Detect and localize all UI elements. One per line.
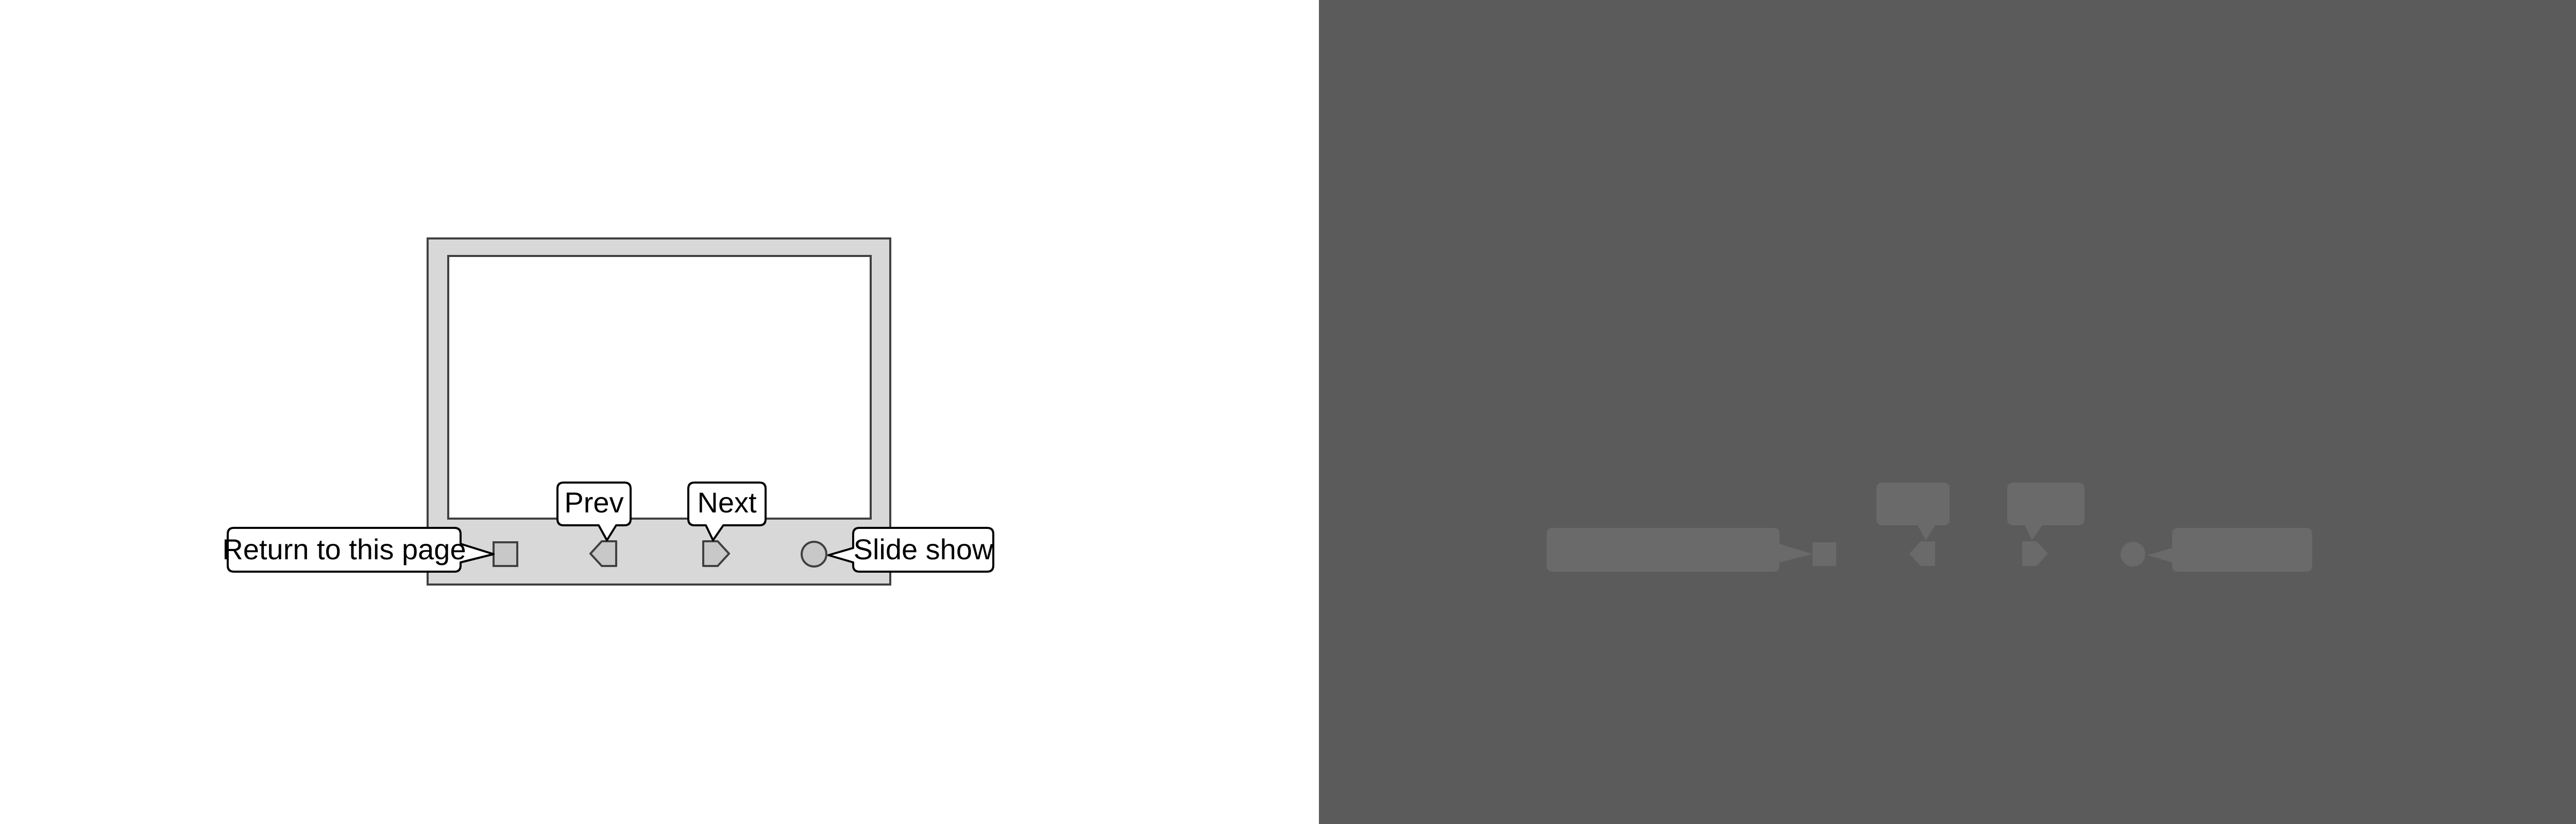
callout-slideshow-label: Slide show bbox=[854, 533, 993, 565]
circle-icon[interactable] bbox=[801, 541, 827, 568]
mask-slideshow-bubble bbox=[2147, 528, 2312, 572]
canvas: Return to this page Prev Next Slide show bbox=[0, 0, 2576, 824]
callout-slideshow: Slide show bbox=[827, 527, 994, 573]
callout-next-label: Next bbox=[697, 486, 757, 519]
square-icon[interactable] bbox=[493, 541, 518, 567]
annotated-diagram: Return to this page Prev Next Slide show bbox=[0, 0, 1319, 824]
mask-panel bbox=[1319, 0, 2576, 824]
callout-return-label: Return to this page bbox=[222, 533, 466, 565]
mask-circle-icon bbox=[2121, 542, 2145, 566]
callout-return: Return to this page bbox=[222, 527, 495, 573]
annotated-diagram-panel: Return to this page Prev Next Slide show bbox=[0, 0, 1319, 824]
mask-return-bubble bbox=[1547, 528, 1812, 572]
viewer-screen bbox=[447, 255, 872, 520]
mask-diagram bbox=[1319, 0, 2576, 824]
right-background bbox=[1319, 0, 2576, 824]
callout-prev-label: Prev bbox=[564, 486, 623, 519]
mask-square-icon bbox=[1812, 542, 1836, 566]
